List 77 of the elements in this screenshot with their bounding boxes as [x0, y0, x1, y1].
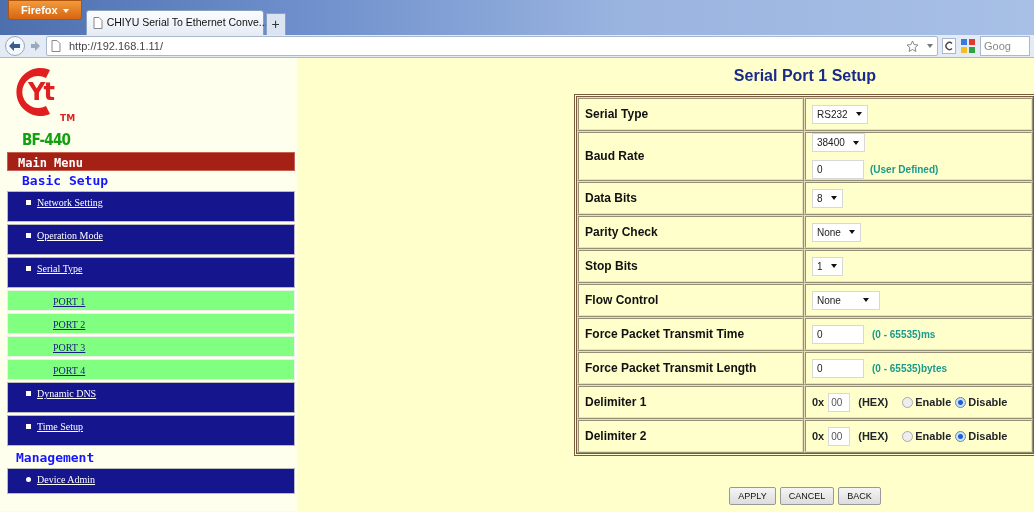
- field-label: Serial Type: [577, 97, 804, 131]
- menu-link[interactable]: Network Setting: [37, 195, 103, 210]
- page-title: Serial Port 1 Setup: [732, 66, 878, 86]
- input-field[interactable]: 0: [812, 324, 864, 344]
- field-label: Flow Control: [577, 283, 804, 317]
- model-name: BF-440: [22, 130, 72, 150]
- field-label: Force Packet Transmit Time: [577, 317, 804, 351]
- bullet-icon: [26, 266, 31, 271]
- radio-button[interactable]: [955, 430, 967, 442]
- back-icon[interactable]: [4, 36, 26, 56]
- menu-link[interactable]: Time Setup: [37, 419, 84, 434]
- input-field[interactable]: 0: [812, 160, 864, 179]
- dropdown[interactable]: 1: [812, 256, 843, 276]
- field-label: Parity Check: [577, 215, 804, 249]
- search-field[interactable]: Goog: [980, 36, 1030, 56]
- option-label: Enable: [915, 428, 952, 444]
- unit-text: (HEX): [858, 428, 889, 444]
- brand-logo: Yt TM: [10, 62, 80, 122]
- submenu-link[interactable]: PORT 4: [53, 365, 86, 376]
- field-label: Delimiter 1: [577, 385, 804, 419]
- submenu-link[interactable]: PORT 1: [53, 296, 86, 307]
- section-heading: Management: [15, 449, 96, 467]
- input-field[interactable]: 00: [828, 426, 851, 446]
- radio-button[interactable]: [902, 396, 914, 408]
- prefix-text: 0x: [812, 428, 825, 444]
- caret-icon: [830, 196, 837, 200]
- main-menu-header: Main Menu: [7, 152, 295, 171]
- form-button[interactable]: BACK: [838, 487, 881, 505]
- unit-text: (HEX): [858, 394, 889, 410]
- reload-icon[interactable]: [942, 38, 956, 54]
- bullet-icon: [26, 200, 31, 205]
- caret-icon: [862, 298, 869, 302]
- caret-icon: [830, 264, 837, 268]
- radio-button[interactable]: [955, 396, 967, 408]
- search-engine-icon[interactable]: [960, 38, 976, 54]
- field-label: Data Bits: [577, 181, 804, 215]
- address-field[interactable]: http://192.168.1.11/: [46, 36, 938, 56]
- prefix-text: 0x: [812, 394, 825, 410]
- star-icon[interactable]: [906, 39, 919, 53]
- dropdown-icon[interactable]: [927, 44, 933, 48]
- field-label: Delimiter 2: [577, 419, 804, 453]
- menu-link[interactable]: Dynamic DNS: [37, 386, 97, 401]
- dropdown[interactable]: RS232: [812, 104, 868, 124]
- form-button[interactable]: APPLY: [729, 487, 776, 505]
- submenu-link[interactable]: PORT 3: [53, 342, 86, 353]
- section-heading: Basic Setup: [21, 172, 110, 190]
- menu-link[interactable]: Serial Type: [37, 261, 83, 276]
- bullet-icon: [26, 233, 31, 238]
- new-tab-button[interactable]: +: [265, 13, 286, 35]
- field-label: Baud Rate: [577, 131, 804, 181]
- caret-icon: [852, 140, 859, 145]
- bullet-icon: [26, 391, 31, 396]
- input-field[interactable]: 0: [812, 358, 864, 378]
- dropdown[interactable]: 38400: [812, 133, 865, 152]
- option-label: Enable: [915, 394, 952, 410]
- page-icon: [51, 40, 61, 52]
- dropdown[interactable]: 8: [812, 188, 843, 208]
- bullet-icon: [26, 424, 31, 429]
- submenu-link[interactable]: PORT 2: [53, 319, 86, 330]
- input-field[interactable]: 00: [828, 392, 851, 412]
- caret-icon: [855, 112, 862, 116]
- page-icon: [92, 17, 103, 29]
- option-label: Disable: [968, 428, 1008, 444]
- hint-text: (0 - 65535)ms: [872, 327, 936, 342]
- hint-text: (User Defined): [870, 163, 939, 177]
- menu-link[interactable]: Operation Mode: [37, 228, 103, 243]
- field-label: Force Packet Transmit Length: [577, 351, 804, 385]
- field-label: Stop Bits: [577, 249, 804, 283]
- caret-icon: [848, 230, 855, 234]
- form-button[interactable]: CANCEL: [779, 487, 835, 505]
- hint-text: (0 - 65535)bytes: [872, 361, 948, 376]
- bullet-icon: [26, 477, 31, 482]
- option-label: Disable: [968, 394, 1008, 410]
- radio-button[interactable]: [902, 430, 914, 442]
- menu-link[interactable]: Device Admin: [37, 472, 96, 487]
- dropdown[interactable]: None: [812, 222, 861, 242]
- dropdown[interactable]: None: [812, 290, 880, 310]
